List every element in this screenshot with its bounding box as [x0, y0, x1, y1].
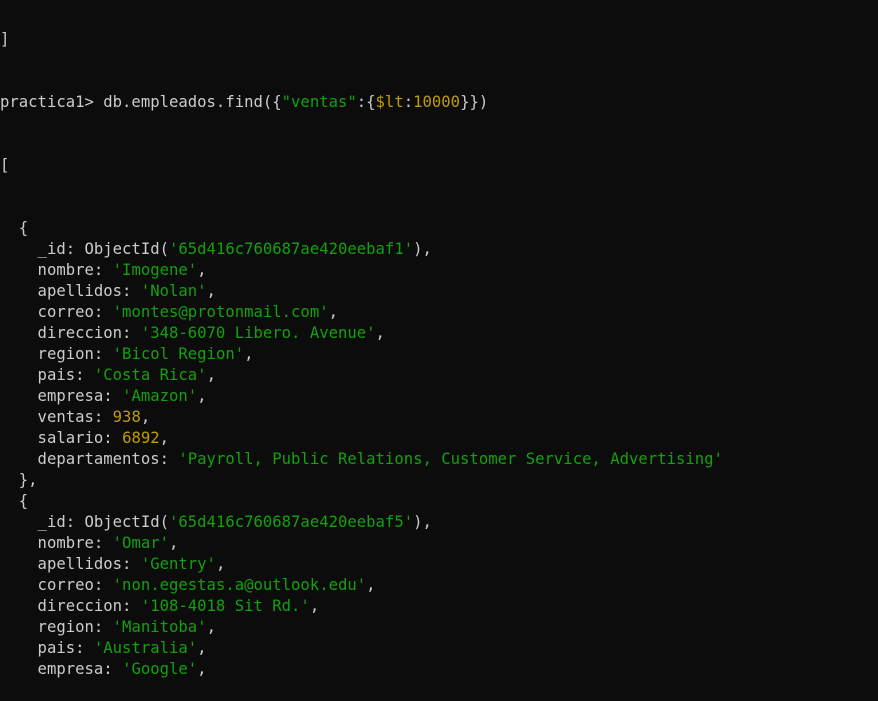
field-key: nombre: [0, 261, 113, 279]
document-field: region: 'Manitoba', [0, 618, 216, 636]
query-operator: $lt [375, 93, 404, 111]
prompt-command: practica1> db.empleados.find({ [0, 93, 282, 111]
document-field: salario: 6892, [0, 429, 170, 447]
field-key: nombre: [0, 534, 113, 552]
document-field: pais: 'Costa Rica', [0, 366, 216, 384]
document-field: apellidos: 'Nolan', [0, 282, 216, 300]
field-key: empresa: [0, 387, 123, 405]
field-value: 'Omar' [112, 534, 170, 552]
field-key: correo: [0, 303, 113, 321]
field-key: salario: [0, 429, 123, 447]
document-field: region: 'Bicol Region', [0, 345, 254, 363]
document-close-brace: }, [0, 471, 38, 489]
field-value: 'non.egestas.a@outlook.edu' [112, 576, 367, 594]
document-field: correo: 'non.egestas.a@outlook.edu', [0, 576, 376, 594]
field-value: 'Australia' [93, 639, 198, 657]
document-field: empresa: 'Amazon', [0, 387, 207, 405]
field-value: 938 [112, 408, 141, 426]
field-key: direccion: [0, 324, 141, 342]
object-id-value: '65d416c760687ae420eebaf5' [169, 513, 414, 531]
field-key: departamentos: [0, 450, 179, 468]
previous-output-fragment: ] [0, 30, 10, 48]
document-field: correo: 'montes@protonmail.com', [0, 303, 338, 321]
object-id-value: '65d416c760687ae420eebaf1' [169, 240, 414, 258]
document-field: direccion: '348-6070 Libero. Avenue', [0, 324, 385, 342]
field-key: apellidos: [0, 282, 141, 300]
field-value: 'Amazon' [122, 387, 198, 405]
field-key: apellidos: [0, 555, 141, 573]
array-open: [ [0, 156, 10, 174]
document-id-line: _id: ObjectId('65d416c760687ae420eebaf1'… [0, 240, 432, 258]
field-value: 'Imogene' [112, 261, 198, 279]
field-key: ventas: [0, 408, 113, 426]
document-open-brace: { [0, 219, 29, 237]
document-field: direccion: '108-4018 Sit Rd.', [0, 597, 320, 615]
document-field: pais: 'Australia', [0, 639, 207, 657]
document-field: apellidos: 'Gentry', [0, 555, 226, 573]
document-field: departamentos: 'Payroll, Public Relation… [0, 449, 878, 470]
document-field: nombre: 'Imogene', [0, 261, 207, 279]
field-key: pais: [0, 639, 94, 657]
field-key: region: [0, 345, 113, 363]
field-value: 6892 [122, 429, 160, 447]
document-id-line: _id: ObjectId('65d416c760687ae420eebaf5'… [0, 513, 432, 531]
field-value: '348-6070 Libero. Avenue' [140, 324, 376, 342]
query-value: 10000 [413, 93, 461, 111]
field-value: 'Nolan' [140, 282, 207, 300]
document-open-brace: { [0, 492, 29, 510]
field-value: 'Gentry' [140, 555, 216, 573]
document-field: empresa: 'Google', [0, 660, 207, 678]
field-value: 'Bicol Region' [112, 345, 245, 363]
document-field: nombre: 'Omar', [0, 534, 179, 552]
field-key: empresa: [0, 660, 123, 678]
terminal-output[interactable]: ] practica1> db.empleados.find({"ventas"… [0, 0, 878, 701]
field-value: 'montes@protonmail.com' [112, 303, 329, 321]
result-documents: { _id: ObjectId('65d416c760687ae420eebaf… [0, 218, 878, 680]
field-key: correo: [0, 576, 113, 594]
field-value: 'Costa Rica' [93, 366, 207, 384]
document-field: ventas: 938, [0, 408, 151, 426]
field-value: 'Payroll, Public Relations, Customer Ser… [178, 450, 723, 468]
field-key: region: [0, 618, 113, 636]
field-value: 'Manitoba' [112, 618, 207, 636]
field-value: '108-4018 Sit Rd.' [140, 597, 310, 615]
command-line: practica1> db.empleados.find({"ventas":{… [0, 93, 489, 111]
field-key: pais: [0, 366, 94, 384]
query-key: "ventas" [281, 93, 357, 111]
field-value: 'Google' [122, 660, 198, 678]
field-key: direccion: [0, 597, 141, 615]
